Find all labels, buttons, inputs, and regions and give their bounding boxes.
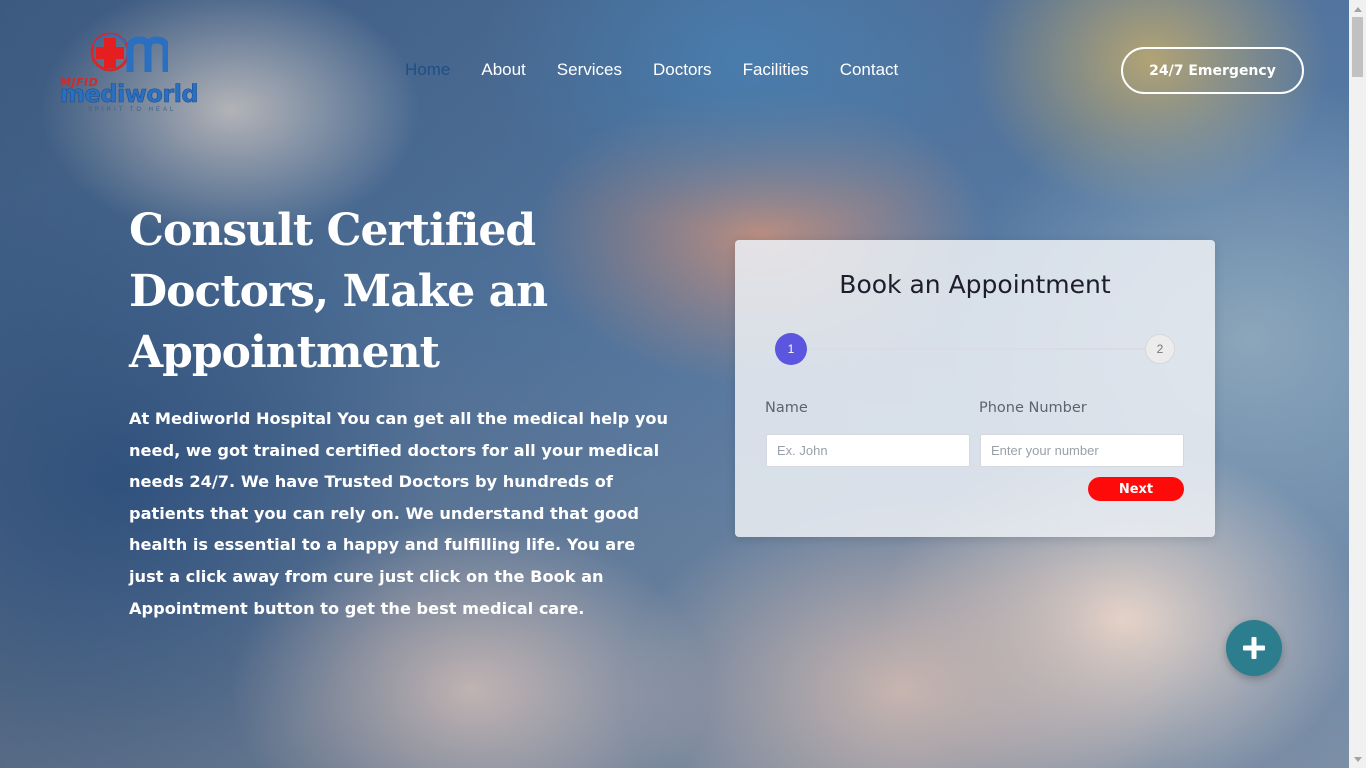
appointment-title: Book an Appointment bbox=[839, 270, 1111, 299]
phone-input[interactable] bbox=[980, 434, 1184, 467]
name-input[interactable] bbox=[766, 434, 970, 467]
nav-contact[interactable]: Contact bbox=[840, 58, 899, 82]
page-scrollbar[interactable] bbox=[1349, 0, 1366, 768]
step-1[interactable]: 1 bbox=[775, 333, 807, 365]
main-nav: Home About Services Doctors Facilities C… bbox=[405, 58, 929, 82]
nav-doctors[interactable]: Doctors bbox=[653, 58, 712, 82]
medical-cross-m-logo-icon bbox=[90, 32, 168, 72]
scroll-up-icon[interactable] bbox=[1349, 0, 1366, 17]
appointment-card: Book an Appointment 1 2 Name Phone Numbe… bbox=[735, 240, 1215, 537]
name-label: Name bbox=[765, 400, 808, 416]
step-2[interactable]: 2 bbox=[1145, 334, 1175, 364]
plus-icon bbox=[1243, 637, 1265, 659]
hero-description: At Mediworld Hospital You can get all th… bbox=[129, 409, 669, 618]
floating-action-button[interactable] bbox=[1226, 620, 1282, 676]
scrollbar-thumb[interactable] bbox=[1352, 17, 1363, 77]
nav-home[interactable]: Home bbox=[405, 58, 450, 82]
emergency-button[interactable]: 24/7 Emergency bbox=[1121, 47, 1304, 94]
brand-name: mediworld bbox=[60, 80, 199, 109]
next-button[interactable]: Next bbox=[1088, 477, 1184, 501]
hero-title: Consult Certified Doctors, Make an Appoi… bbox=[129, 205, 548, 378]
site-logo[interactable]: MJFID mediworld SPIRIT TO HEAL bbox=[58, 30, 208, 113]
nav-services[interactable]: Services bbox=[557, 58, 622, 82]
nav-facilities[interactable]: Facilities bbox=[743, 58, 809, 82]
phone-label: Phone Number bbox=[979, 400, 1087, 416]
stepper-line bbox=[805, 348, 1145, 350]
nav-about[interactable]: About bbox=[481, 58, 525, 82]
appointment-stepper: 1 2 bbox=[775, 333, 1175, 365]
scroll-down-icon[interactable] bbox=[1349, 751, 1366, 768]
brand-tagline: SPIRIT TO HEAL bbox=[88, 107, 177, 113]
